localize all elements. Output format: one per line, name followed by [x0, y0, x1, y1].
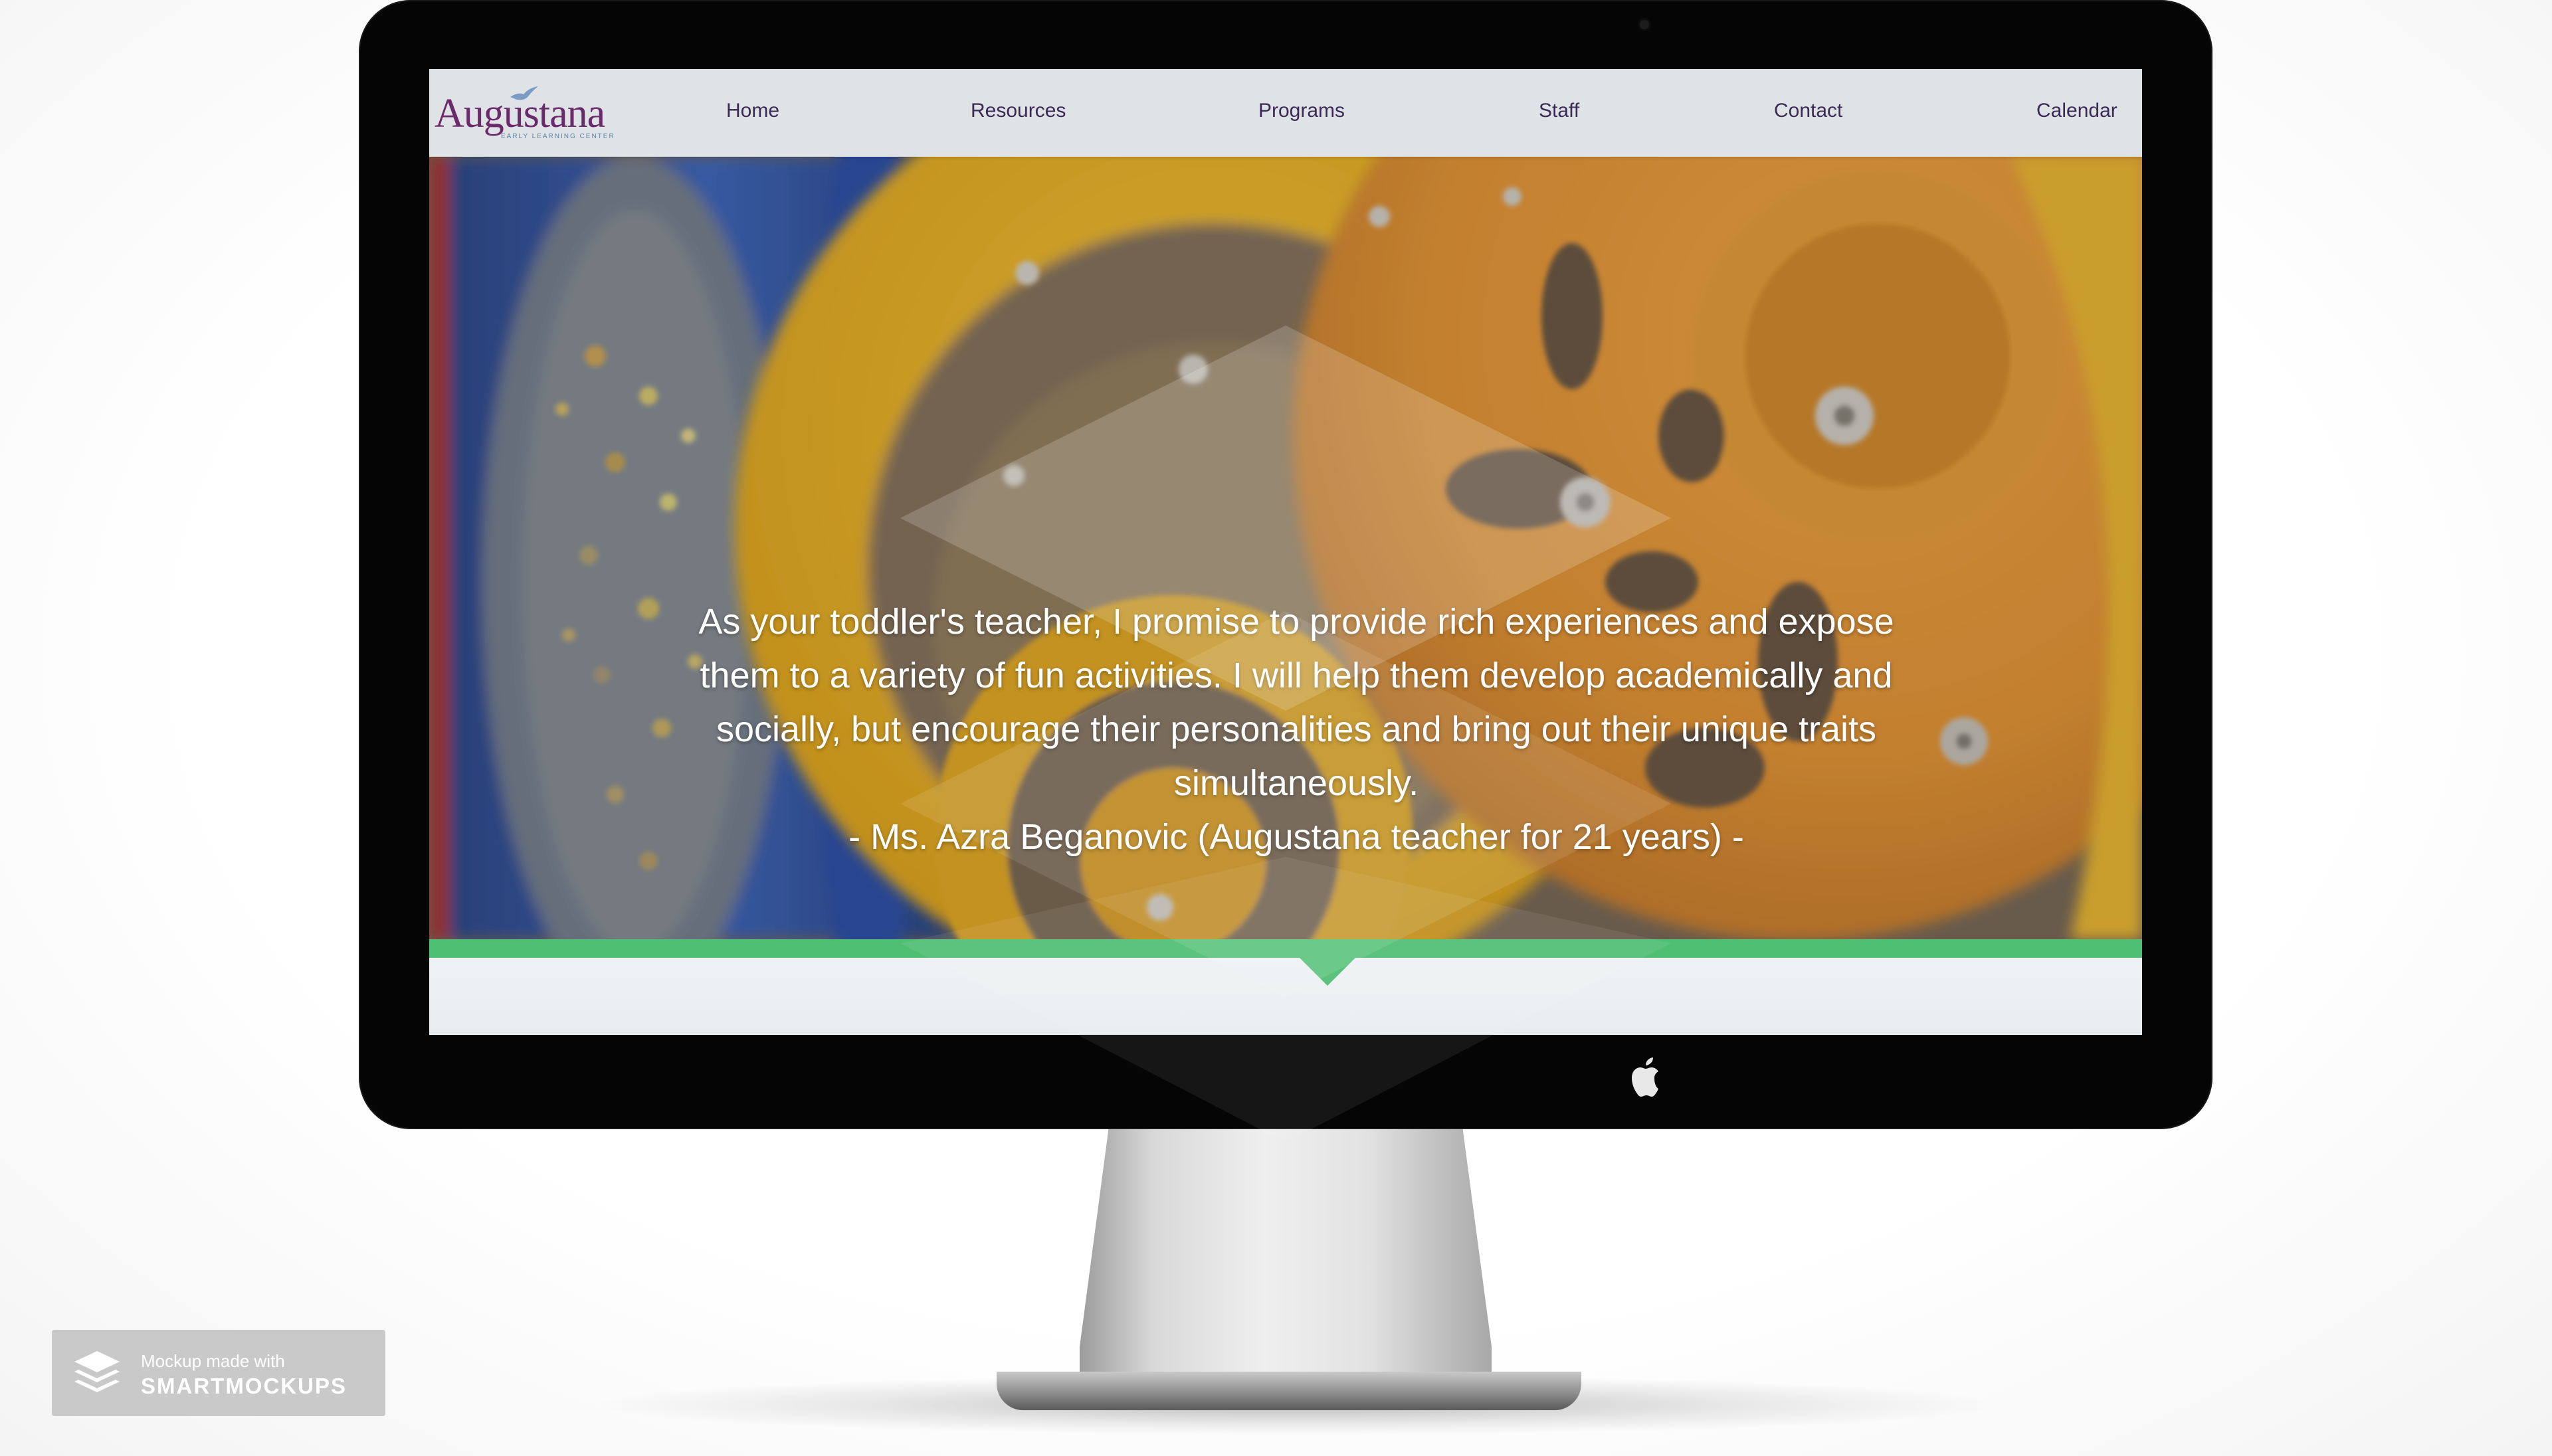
logo-wordmark: Augustana	[435, 91, 605, 136]
layers-icon	[74, 1351, 120, 1392]
section-divider-arrow	[1300, 958, 1355, 986]
website-screen: Augustana EARLY LEARNING CENTER Home Res…	[429, 69, 2142, 1035]
testimonial-quote: As your toddler's teacher, I promise to …	[655, 595, 1937, 864]
nav-programs[interactable]: Programs	[1258, 100, 1345, 122]
apple-logo-icon	[1632, 1057, 1658, 1097]
logo-subtitle: EARLY LEARNING CENTER	[501, 133, 615, 140]
hero-banner: As your toddler's teacher, I promise to …	[429, 157, 2142, 939]
content-section-below	[429, 958, 2142, 1035]
nav-home[interactable]: Home	[726, 100, 779, 122]
quote-line: As your toddler's teacher, I promise to …	[698, 602, 1894, 642]
badge-caption: Mockup made with	[141, 1351, 285, 1371]
nav-calendar[interactable]: Calendar	[2036, 100, 2117, 122]
section-divider-bar	[429, 939, 2142, 958]
quote-line: them to a variety of fun activities. I w…	[700, 656, 1893, 695]
quote-line: simultaneously.	[1173, 763, 1419, 803]
badge-brand: SMARTMOCKUPS	[141, 1374, 347, 1398]
site-logo[interactable]: Augustana EARLY LEARNING CENTER	[435, 84, 634, 147]
top-navbar: Augustana EARLY LEARNING CENTER Home Res…	[429, 69, 2142, 157]
camera-icon	[1640, 20, 1649, 29]
quote-line: socially, but encourage their personalit…	[716, 709, 1877, 749]
monitor-stand-base	[997, 1372, 1581, 1410]
monitor-stand-neck	[1080, 1129, 1492, 1408]
smartmockups-badge[interactable]: Mockup made with SMARTMOCKUPS	[52, 1330, 385, 1416]
nav-staff[interactable]: Staff	[1539, 100, 1579, 122]
quote-attribution: - Ms. Azra Beganovic (Augustana teacher …	[848, 817, 1744, 857]
mockup-stage: Augustana EARLY LEARNING CENTER Home Res…	[0, 0, 2552, 1456]
nav-resources[interactable]: Resources	[971, 100, 1066, 122]
nav-contact[interactable]: Contact	[1774, 100, 1842, 122]
